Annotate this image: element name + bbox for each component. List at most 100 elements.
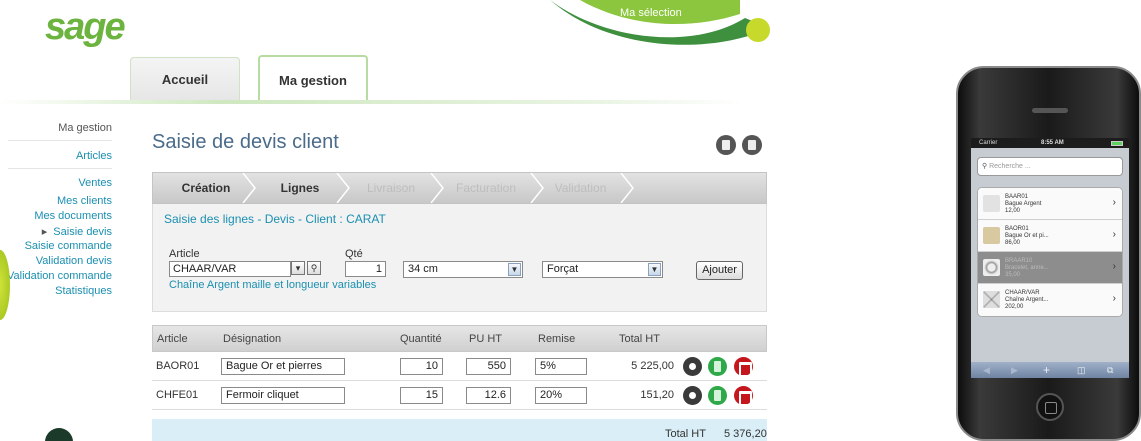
step-lignes[interactable]: Lignes (265, 173, 335, 203)
tab-underline (0, 100, 745, 104)
phone-toolbar: ◀ ▶ + ◫ ⧉ (971, 362, 1129, 378)
product-thumbnail (983, 195, 1000, 212)
back-icon[interactable]: ◀ (983, 362, 990, 378)
step-livraison: Livraison (366, 181, 416, 195)
sidebar-item-label: Saisie devis (53, 226, 112, 238)
phone-mockup: Carrier 8:55 AM ⚲ Recherche ... BAAR01 B… (956, 66, 1141, 441)
product-price: 12,00 (1005, 208, 1021, 214)
total-bar: Total HT 5 376,20 (152, 419, 767, 441)
decorative-leaf (0, 250, 10, 320)
search-placeholder: Recherche ... (989, 163, 1031, 170)
list-item[interactable]: CHAAR/VAR Chaîne Argent... 202,00 › (978, 284, 1122, 316)
sidebar-item-saisie-commande[interactable]: Saisie commande (25, 240, 112, 252)
add-button[interactable]: Ajouter (696, 261, 743, 280)
clasp-select[interactable]: Forçat ▼ (542, 261, 663, 278)
step-chevron-icon (336, 173, 350, 203)
article-input[interactable]: CHAAR/VAR (169, 261, 291, 277)
pages-icon[interactable]: ⧉ (1107, 362, 1113, 378)
step-chevron-icon (242, 173, 256, 203)
total-value: 5 376,20 (724, 428, 767, 440)
sidebar-item-ma-gestion[interactable]: Ma gestion (58, 122, 112, 134)
print-icon[interactable] (742, 135, 762, 155)
sidebar-item-statistiques[interactable]: Statistiques (55, 285, 112, 297)
product-code: BAOR01 (1005, 226, 1029, 232)
bullet-icon: ▸ (41, 226, 48, 238)
calculator-icon[interactable] (708, 386, 727, 405)
row-total: 5 225,00 (631, 360, 674, 372)
discount-input[interactable]: 20% (535, 387, 587, 404)
product-text: CHAAR/VAR Chaîne Argent... 202,00 (1005, 290, 1048, 311)
decorative-circle (45, 428, 73, 441)
sidebar-item-ventes[interactable]: Ventes (78, 177, 112, 189)
chevron-right-icon: › (1112, 293, 1116, 304)
chevron-right-icon: › (1112, 197, 1116, 208)
sidebar-item-mes-clients[interactable]: Mes clients (57, 195, 112, 207)
product-thumbnail (983, 291, 1000, 308)
bookmarks-icon[interactable]: ◫ (1077, 362, 1086, 378)
col-quantite: Quantité (400, 333, 442, 345)
step-chevron-icon (620, 173, 634, 203)
row-article: BAOR01 (156, 360, 200, 372)
add-icon[interactable]: + (1043, 362, 1050, 378)
phone-screen: Carrier 8:55 AM ⚲ Recherche ... BAAR01 B… (971, 138, 1129, 378)
chevron-down-icon: ▼ (648, 263, 661, 276)
list-item[interactable]: BRAAR10 Bracelet, anne... 35,00 › (978, 252, 1122, 284)
quantity-input[interactable]: 15 (400, 387, 443, 404)
list-item[interactable]: BAAR01 Bague Argent 12,00 › (978, 188, 1122, 220)
product-code: BRAAR10 (1005, 258, 1033, 264)
phone-search-input[interactable]: ⚲ Recherche ... (977, 157, 1123, 176)
product-code: BAAR01 (1005, 194, 1029, 200)
clasp-select-value: Forçat (547, 263, 579, 275)
table-row: CHFE01 Fermoir cliquet 15 12.6 20% 151,2… (152, 381, 767, 410)
sidebar-item-validation-commande[interactable]: Validation commande (7, 270, 112, 282)
page-title: Saisie de devis client (152, 131, 339, 153)
size-select[interactable]: 34 cm ▼ (403, 261, 523, 278)
col-article: Article (157, 333, 188, 345)
quantity-input[interactable]: 10 (400, 358, 443, 375)
tab-ma-gestion[interactable]: Ma gestion (258, 55, 368, 103)
designation-input[interactable]: Fermoir cliquet (221, 387, 345, 404)
qty-input[interactable]: 1 (345, 261, 386, 277)
calculator-icon[interactable] (708, 357, 727, 376)
tab-accueil[interactable]: Accueil (130, 57, 240, 101)
sidebar-item-articles[interactable]: Articles (76, 150, 112, 162)
col-designation: Désignation (223, 333, 282, 345)
search-icon: ⚲ (310, 263, 318, 273)
trash-icon[interactable] (734, 386, 753, 406)
list-item[interactable]: BAOR01 Bague Or et pi... 86,00 › (978, 220, 1122, 252)
clock-label: 8:55 AM (1041, 140, 1064, 146)
gear-icon[interactable] (683, 386, 702, 405)
sidebar-divider (8, 140, 112, 141)
designation-input[interactable]: Bague Or et pierres (221, 358, 345, 375)
article-description-link[interactable]: Chaîne Argent maille et longueur variabl… (169, 279, 376, 291)
article-dropdown-button[interactable]: ▾ (291, 261, 305, 275)
selection-link[interactable]: Ma sélection (620, 7, 682, 19)
product-name: Chaîne Argent... (1005, 297, 1049, 303)
price-input[interactable]: 12.6 (466, 387, 511, 404)
phone-product-list: BAAR01 Bague Argent 12,00 › BAOR01 Bague… (977, 187, 1123, 317)
product-thumbnail (983, 259, 1000, 276)
forward-icon[interactable]: ▶ (1011, 362, 1018, 378)
step-validation: Validation (554, 181, 607, 195)
step-facturation: Facturation (455, 181, 517, 195)
sidebar-item-saisie-devis[interactable]: ▸ Saisie devis (42, 225, 112, 238)
step-chevron-icon (430, 173, 444, 203)
price-input[interactable]: 550 (466, 358, 511, 375)
calculator-icon[interactable] (716, 135, 736, 155)
chevron-right-icon: › (1112, 229, 1116, 240)
lines-table-header: Article Désignation Quantité PU HT Remis… (152, 325, 767, 352)
phone-status-bar: Carrier 8:55 AM (971, 138, 1129, 148)
article-label: Article (169, 248, 200, 260)
qty-label: Qté (345, 248, 363, 260)
sidebar-item-validation-devis[interactable]: Validation devis (36, 255, 112, 267)
discount-input[interactable]: 5% (535, 358, 587, 375)
trash-icon[interactable] (734, 357, 753, 377)
home-button[interactable] (1036, 393, 1064, 421)
gear-icon[interactable] (683, 357, 702, 376)
battery-icon (1111, 141, 1123, 146)
article-search-button[interactable]: ⚲ (307, 261, 321, 275)
carrier-label: Carrier (979, 140, 998, 146)
sidebar-item-mes-documents[interactable]: Mes documents (34, 210, 112, 222)
line-entry-form: Saisie des lignes - Devis - Client : CAR… (152, 204, 767, 312)
step-creation[interactable]: Création (171, 173, 241, 203)
